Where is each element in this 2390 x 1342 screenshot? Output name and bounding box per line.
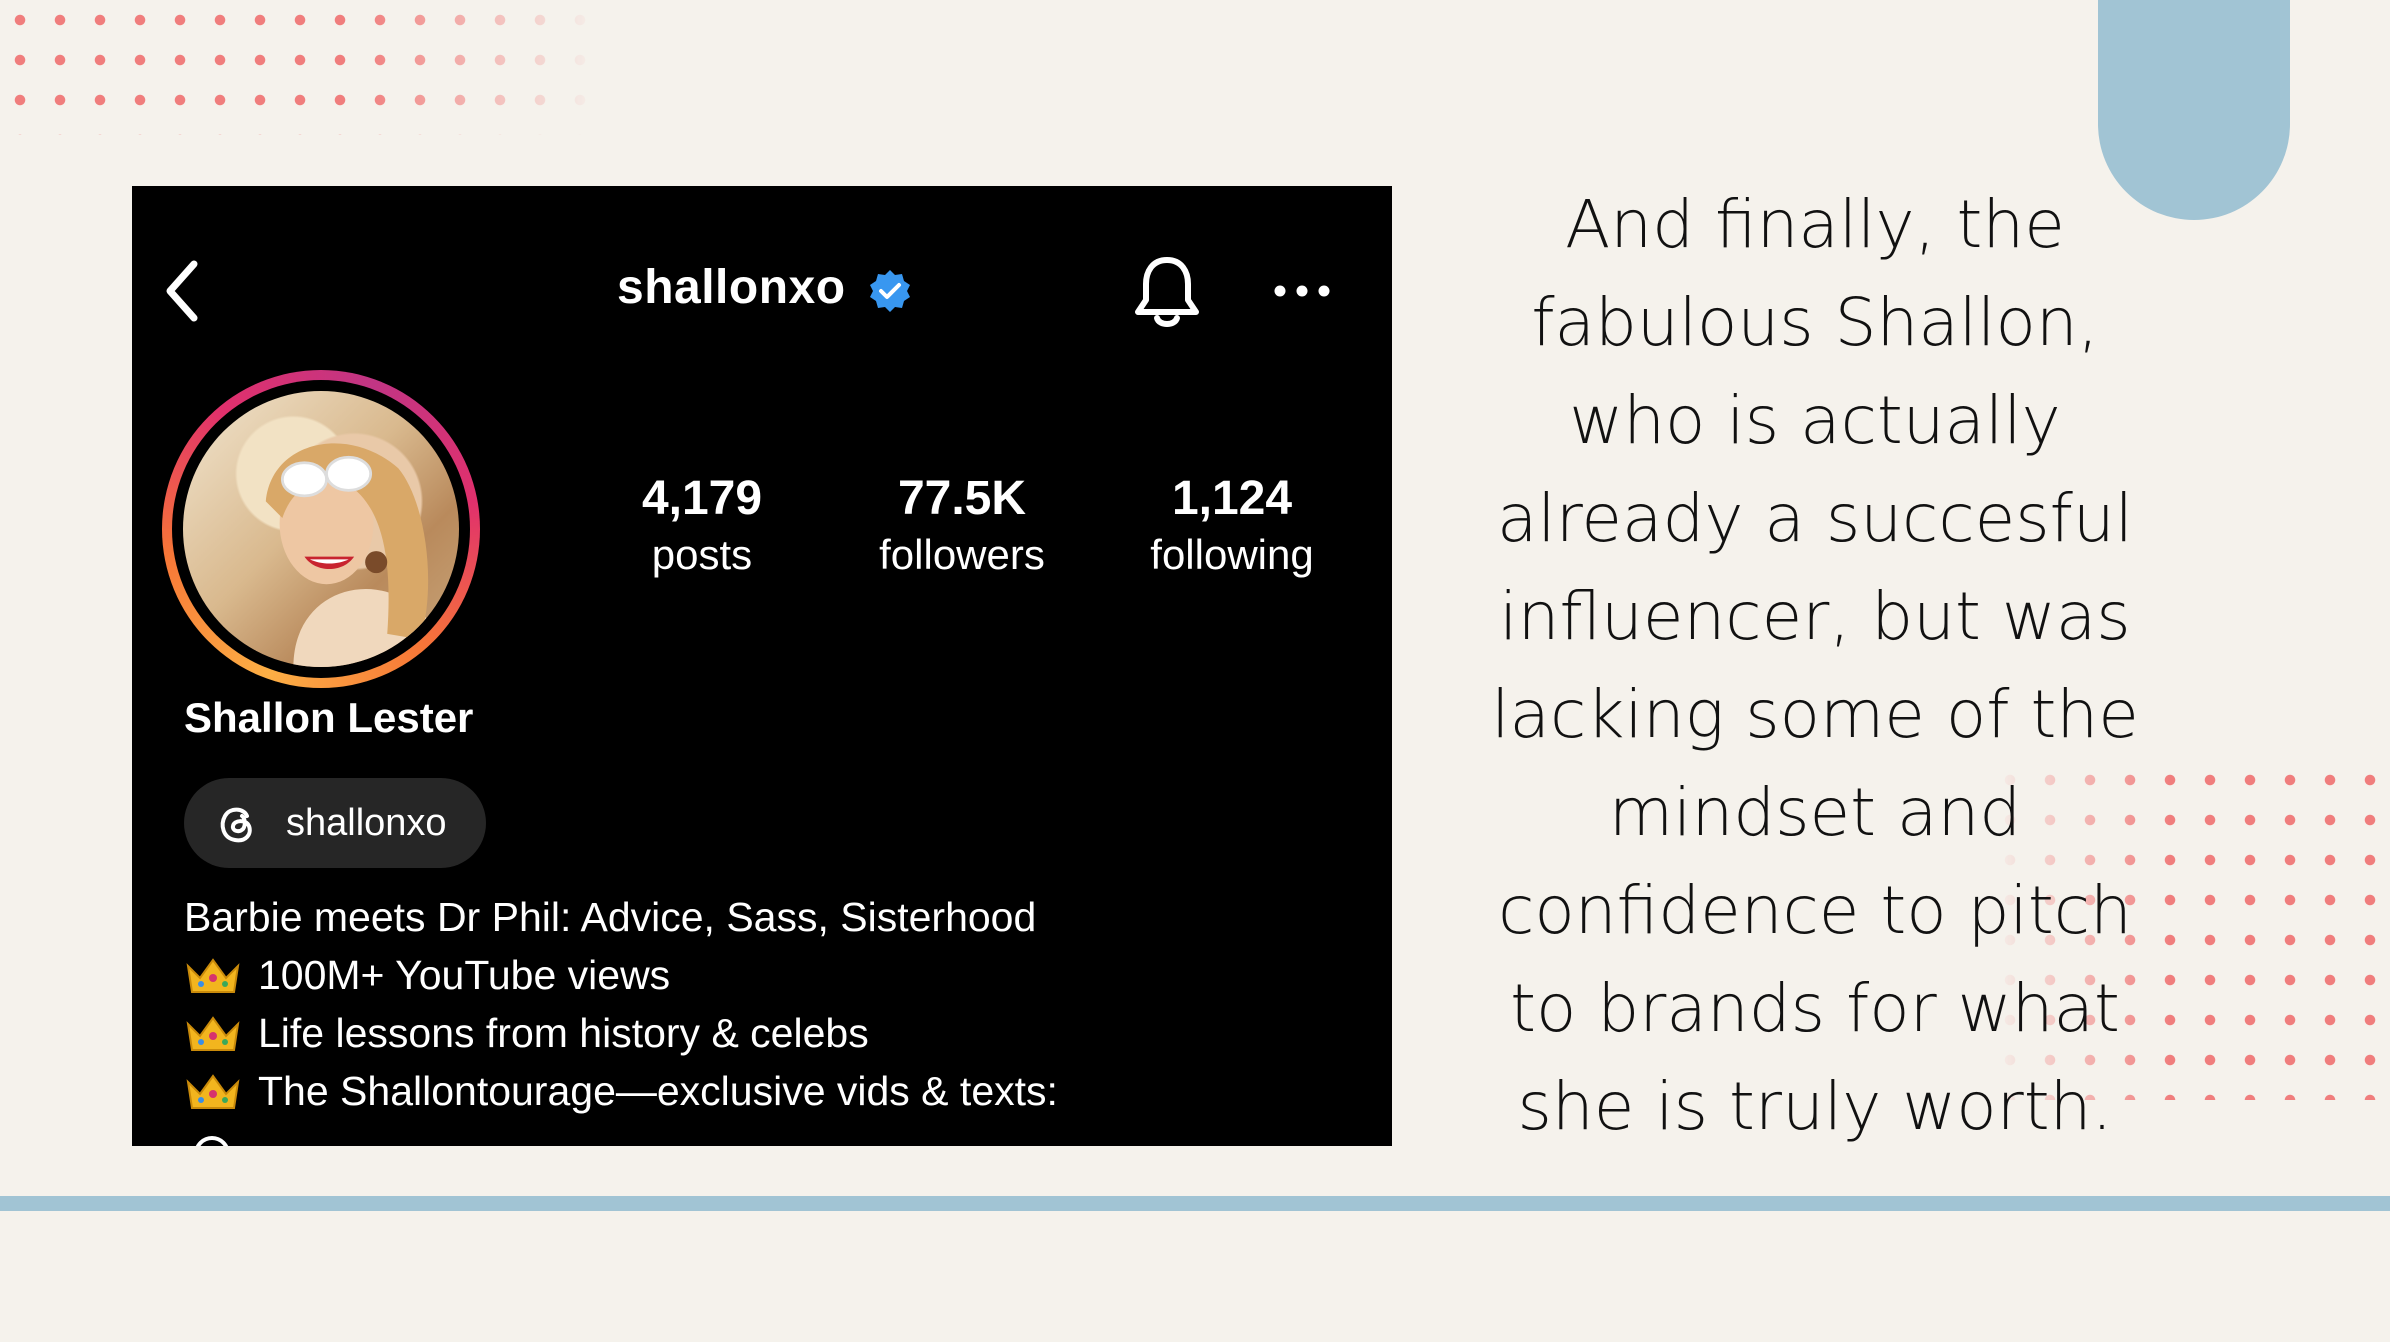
caption-line: already a succesful <box>1496 480 2134 557</box>
stat-value: 4,179 <box>641 472 763 525</box>
bio-text: The Shallontourage—exclusive vids & text… <box>258 1068 1058 1114</box>
profile-username: shallonxo <box>617 261 846 314</box>
profile-display-name: Shallon Lester <box>184 694 474 741</box>
threads-handle: shallonxo <box>286 801 447 844</box>
bio-line: The Shallontourage—exclusive vids & text… <box>184 1062 1058 1120</box>
stat-label: followers <box>879 531 1045 578</box>
caption-line: confidence to pitch <box>1498 872 2132 949</box>
crown-icon <box>186 958 240 993</box>
bio-text: Life lessons from history & celebs <box>258 1010 869 1056</box>
stat-value: 1,124 <box>1171 472 1293 525</box>
threads-icon <box>220 807 252 843</box>
link-icon[interactable] <box>194 1136 230 1146</box>
caption-line: fabulous Shallon, <box>1531 284 2099 361</box>
stat-label: following <box>1150 531 1314 578</box>
bio-text: 100M+ YouTube views <box>258 952 671 998</box>
more-options-icon[interactable] <box>1272 281 1332 301</box>
bell-icon[interactable] <box>1132 252 1202 332</box>
caption-line: And finally, the <box>1565 186 2065 263</box>
verified-badge-icon <box>870 270 910 312</box>
caption-line: to brands for what <box>1510 970 2120 1047</box>
stat-label: posts <box>651 531 753 578</box>
avatar <box>183 391 459 667</box>
caption-line: lacking some of the <box>1491 676 2139 753</box>
chevron-left-icon[interactable] <box>162 256 202 326</box>
stat-posts[interactable]: 4,179 posts <box>612 471 792 583</box>
bio-line: Barbie meets Dr Phil: Advice, Sass, Sist… <box>184 888 1058 946</box>
crown-icon <box>186 1074 240 1109</box>
caption-line: mindset and <box>1608 774 2022 851</box>
story-ring[interactable] <box>162 370 480 688</box>
instagram-profile-screenshot: shallonxo 4,179 posts 77.5K followers 1,… <box>132 186 1392 1146</box>
bio-text: Barbie meets Dr Phil: Advice, Sass, Sist… <box>184 894 1037 940</box>
bio-line: 100M+ YouTube views <box>184 946 1058 1004</box>
avatar-portrait <box>265 443 446 667</box>
decorative-divider-line <box>0 1196 2390 1211</box>
profile-bio: Barbie meets Dr Phil: Advice, Sass, Sist… <box>184 888 1058 1120</box>
bio-line: Life lessons from history & celebs <box>184 1004 1058 1062</box>
crown-icon <box>186 1016 240 1051</box>
stat-followers[interactable]: 77.5K followers <box>842 471 1082 583</box>
stat-value: 77.5K <box>897 472 1027 525</box>
caption-line: who is actually <box>1569 382 2061 459</box>
caption-line: she is truly worth. <box>1517 1068 2113 1145</box>
slide-caption: And finally, the fabulous Shallon, who i… <box>1480 176 2150 1156</box>
stat-following[interactable]: 1,124 following <box>1112 471 1352 583</box>
decorative-dots-top <box>0 0 600 135</box>
caption-line: influencer, but was <box>1499 578 2131 655</box>
threads-link-button[interactable]: shallonxo <box>184 778 486 868</box>
